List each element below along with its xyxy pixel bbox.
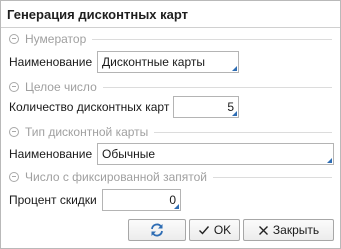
group-integer-label: Целое число [25, 80, 97, 94]
discount-percent-field[interactable]: 0 [102, 189, 181, 211]
group-numerator-label: Нумератор [25, 32, 87, 46]
group-divider [154, 131, 332, 133]
close-button-label: Закрыть [272, 223, 320, 237]
group-card-type: Тип дисконтной карты [9, 123, 332, 141]
collapse-icon[interactable] [9, 127, 19, 137]
numerator-name-field[interactable]: Дисконтные карты [97, 51, 239, 73]
refresh-button[interactable] [128, 219, 186, 241]
ok-button[interactable]: OK [189, 219, 240, 241]
group-fixed-point: Число с фиксированной запятой [9, 168, 332, 186]
discount-percent-label: Процент скидки [9, 193, 97, 207]
dropdown-corner-icon [232, 66, 237, 71]
card-count-field[interactable]: 5 [173, 96, 239, 118]
ok-button-label: OK [213, 223, 232, 237]
discount-card-dialog: Генерация дисконтных карт Нумератор Наим… [0, 0, 341, 249]
dropdown-corner-icon [174, 204, 179, 209]
group-fixed-point-label: Число с фиксированной запятой [25, 170, 207, 184]
group-divider [212, 176, 332, 178]
numerator-name-label: Наименование [9, 55, 93, 69]
numerator-name-value: Дисконтные карты [102, 55, 205, 69]
collapse-icon[interactable] [9, 34, 19, 44]
dropdown-corner-icon [232, 111, 237, 116]
close-icon [258, 225, 268, 235]
card-count-label: Количество дисконтных карт [9, 100, 170, 114]
group-divider [92, 38, 332, 40]
group-numerator: Нумератор [9, 30, 332, 48]
group-card-type-label: Тип дисконтной карты [25, 125, 149, 139]
card-type-name-field[interactable]: Обычные [97, 143, 334, 165]
collapse-icon[interactable] [9, 82, 19, 92]
dropdown-corner-icon [327, 158, 332, 163]
title-divider [1, 27, 340, 28]
card-type-name-value: Обычные [102, 147, 156, 161]
group-divider [102, 86, 332, 88]
group-integer: Целое число [9, 78, 332, 96]
dialog-title: Генерация дисконтных карт [7, 7, 189, 22]
checkmark-icon [198, 226, 209, 235]
close-button[interactable]: Закрыть [243, 219, 334, 241]
card-type-name-label: Наименование [9, 147, 93, 161]
collapse-icon[interactable] [9, 172, 19, 182]
refresh-icon [151, 223, 163, 237]
